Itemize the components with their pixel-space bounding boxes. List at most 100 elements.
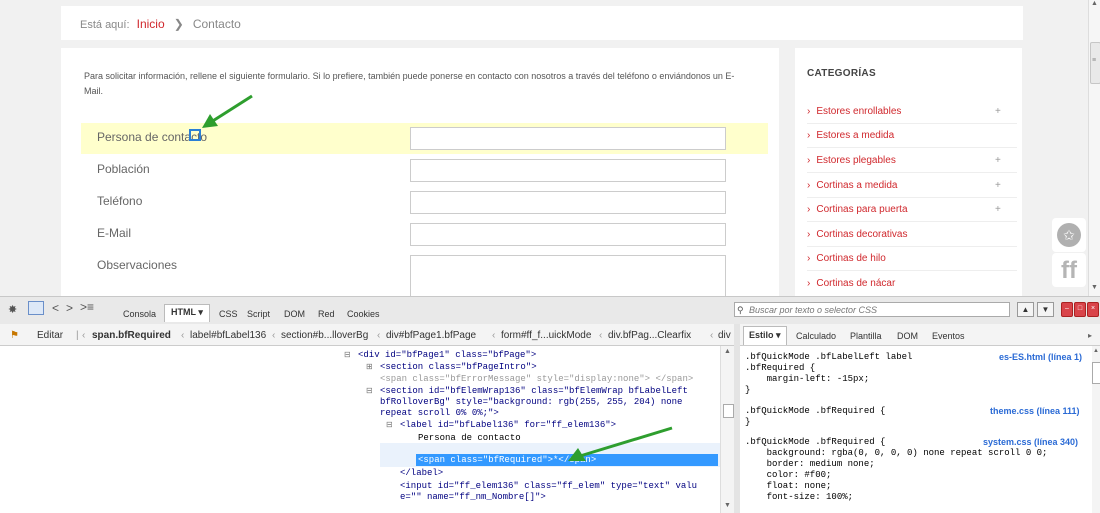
category-item[interactable]: › Cortinas de nácar <box>807 278 895 289</box>
scrollbar-thumb[interactable] <box>723 404 734 418</box>
observations-textarea[interactable] <box>410 255 726 296</box>
category-item[interactable]: › Cortinas para puerta <box>807 204 908 215</box>
expand-icon[interactable]: + <box>995 204 1001 215</box>
tab-dom[interactable]: DOM <box>897 331 918 341</box>
tab-menu-icon[interactable]: ▸ <box>1088 331 1092 340</box>
category-label: Estores a medida <box>816 130 895 141</box>
tab-dom[interactable]: DOM <box>284 309 305 319</box>
css-rule-selector[interactable]: .bfQuickMode .bfLabelLeft label .bfRequi… <box>745 352 912 374</box>
css-rule-source-link[interactable]: theme.css (línea 111) <box>990 406 1080 416</box>
contact-person-input[interactable] <box>410 127 726 150</box>
css-rule-source-link[interactable]: system.css (línea 340) <box>983 437 1078 447</box>
collapse-icon[interactable]: ⊟ <box>386 420 393 430</box>
html-line[interactable]: <span class="bfErrorMessage" style="disp… <box>380 374 693 385</box>
scroll-up-icon[interactable]: ▲ <box>1093 348 1099 354</box>
html-line[interactable]: e="" name="ff_nm_Nombre[]"> <box>400 492 546 503</box>
category-label: Cortinas para puerta <box>816 204 908 215</box>
breadcrumb-div-clearfix[interactable]: div.bfPag...Clearfix <box>608 330 691 341</box>
html-line[interactable]: </label> <box>400 468 443 479</box>
close-icon[interactable]: × <box>1087 302 1099 317</box>
back-icon[interactable]: < <box>52 301 59 315</box>
category-label: Estores plegables <box>816 155 896 166</box>
tab-events[interactable]: Eventos <box>932 331 965 341</box>
chevron-left-icon: ‹ <box>710 330 714 341</box>
expand-icon[interactable]: + <box>995 155 1001 166</box>
chevron-left-icon: ‹ <box>599 330 603 341</box>
expand-icon[interactable]: + <box>995 180 1001 191</box>
css-rule-body[interactable]: margin-left: -15px; } <box>745 374 869 396</box>
style-panel-scrollbar[interactable]: ▲ <box>1092 346 1100 513</box>
category-item[interactable]: › Cortinas decorativas <box>807 229 908 240</box>
tab-net[interactable]: Red <box>318 309 335 319</box>
rss-button[interactable]: ✩ <box>1052 218 1086 252</box>
breadcrumb-home-link[interactable]: Inicio <box>137 17 165 31</box>
tab-console[interactable]: Consola <box>123 309 156 319</box>
phone-input[interactable] <box>410 191 726 214</box>
scrollbar-thumb[interactable] <box>1092 362 1100 384</box>
phone-label: Teléfono <box>97 194 143 208</box>
breadcrumb-section[interactable]: section#b...lloverBg <box>281 330 368 341</box>
scroll-down-icon[interactable]: ▼ <box>724 502 731 509</box>
css-rule-selector[interactable]: .bfQuickMode .bfRequired { <box>745 437 885 448</box>
scrollbar-thumb[interactable]: ≡ <box>1090 42 1100 84</box>
scroll-up-icon[interactable]: ▲ <box>1091 0 1098 7</box>
firebug-icon[interactable]: ✸ <box>8 303 17 316</box>
town-label: Población <box>97 162 150 176</box>
breadcrumb-form[interactable]: form#ff_f...uickMode <box>501 330 591 341</box>
html-line[interactable]: <div id="bfPage1" class="bfPage"> <box>358 350 536 361</box>
html-panel-scrollbar[interactable]: ▲ ▼ <box>720 346 735 513</box>
tab-layout[interactable]: Plantilla <box>850 331 882 341</box>
divider <box>807 172 1017 173</box>
tab-html[interactable]: HTML ▾ <box>164 304 210 322</box>
css-rule-body[interactable]: background: rgba(0, 0, 0, 0) none repeat… <box>745 448 1048 503</box>
html-line[interactable]: <section class="bfPageIntro"> <box>380 362 537 373</box>
expand-icon[interactable]: ⊞ <box>366 362 373 372</box>
tab-computed[interactable]: Calculado <box>796 331 836 341</box>
email-label: E-Mail <box>97 226 132 240</box>
html-line[interactable]: bfRolloverBg" style="background: rgb(255… <box>380 397 682 408</box>
category-item[interactable]: › Estores plegables <box>807 155 896 166</box>
breadcrumb-current: Contacto <box>192 17 241 31</box>
collapse-icon[interactable]: ⊟ <box>366 386 373 396</box>
collapse-icon[interactable]: ⊟ <box>344 350 351 360</box>
page-scrollbar[interactable]: ▲ ≡ ▼ <box>1088 0 1100 296</box>
html-line[interactable]: repeat scroll 0% 0%;"> <box>380 408 499 419</box>
search-next-icon[interactable]: ▼ <box>1037 302 1054 317</box>
category-item[interactable]: › Estores enrollables <box>807 106 901 117</box>
forward-icon[interactable]: > <box>66 301 73 315</box>
breadcrumb-div[interactable]: div <box>718 330 731 341</box>
css-search-input[interactable]: ⚲ Buscar por texto o selector CSS <box>734 302 1010 317</box>
scroll-down-icon[interactable]: ▼ <box>1091 284 1098 291</box>
search-prev-icon[interactable]: ▲ <box>1017 302 1034 317</box>
chevron-left-icon: ‹ <box>377 330 381 341</box>
email-input[interactable] <box>410 223 726 246</box>
category-item[interactable]: › Cortinas de hilo <box>807 253 886 264</box>
scroll-up-icon[interactable]: ▲ <box>724 348 731 355</box>
css-rule-selector[interactable]: .bfQuickMode .bfRequired { <box>745 406 885 417</box>
inspect-icon[interactable] <box>28 301 44 315</box>
tab-script[interactable]: Script <box>247 309 270 319</box>
town-input[interactable] <box>410 159 726 182</box>
friendfeed-button[interactable]: ff <box>1052 253 1086 287</box>
html-line[interactable]: <input id="ff_elem136" class="ff_elem" t… <box>400 481 697 492</box>
css-rule-body[interactable]: } <box>745 417 750 428</box>
command-line-icon[interactable]: >≡ <box>80 300 94 314</box>
search-icon: ⚲ <box>737 305 744 315</box>
breadcrumb: Está aquí: Inicio ❯ Contacto <box>80 17 241 31</box>
expand-icon[interactable]: + <box>995 106 1001 117</box>
edit-button[interactable]: Editar <box>37 330 63 341</box>
breadcrumb-div-bfPage1[interactable]: div#bfPage1.bfPage <box>386 330 476 341</box>
category-item[interactable]: › Estores a medida <box>807 130 894 141</box>
html-line[interactable]: <section id="bfElemWrap136" class="bfEle… <box>380 386 688 397</box>
tab-style[interactable]: Estilo ▾ <box>743 326 787 345</box>
detach-icon[interactable]: □ <box>1074 302 1086 317</box>
category-item[interactable]: › Cortinas a medida <box>807 180 898 191</box>
divider <box>807 246 1017 247</box>
tab-cookies[interactable]: Cookies <box>347 309 380 319</box>
css-rule-source-link[interactable]: es-ES.html (línea 1) <box>999 352 1082 362</box>
minimize-icon[interactable]: – <box>1061 302 1073 317</box>
html-text-node[interactable]: Persona de contacto <box>418 433 521 444</box>
tab-css[interactable]: CSS <box>219 309 238 319</box>
breadcrumb-label-bfLabel136[interactable]: label#bfLabel136 <box>190 330 266 341</box>
breadcrumb-span-bfRequired[interactable]: span.bfRequired <box>92 330 171 341</box>
